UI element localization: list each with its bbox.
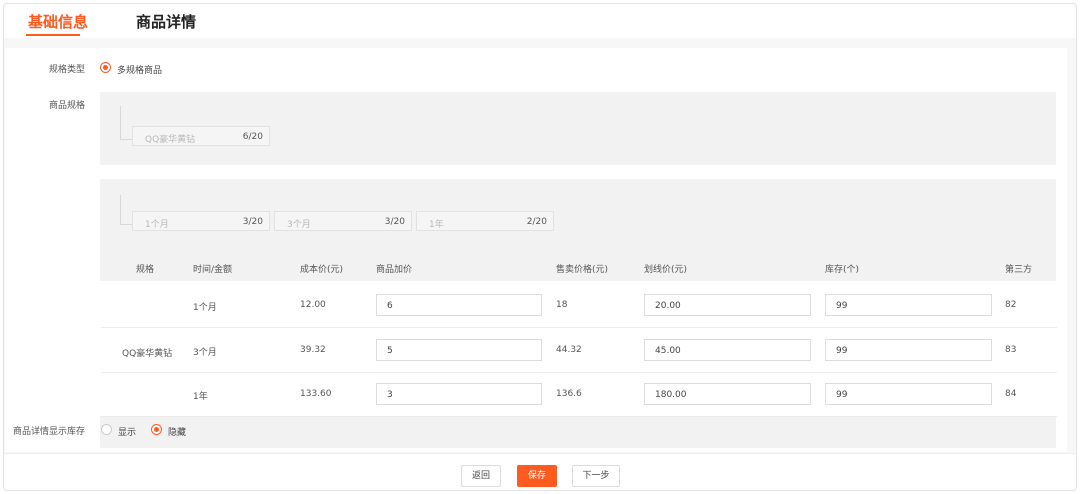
strike-price-input[interactable]: 20.00 [644, 294, 811, 316]
editor-window: 基础信息 商品详情 规格类型 多规格商品 商品规格 QQ豪华黄钻 6/20 1个… [3, 3, 1077, 491]
cost-cell: 39.32 [300, 345, 326, 355]
spec-type-option: 多规格商品 [117, 66, 163, 76]
next-step-button[interactable]: 下一步 [572, 465, 620, 487]
markup-input[interactable]: 3 [376, 383, 542, 405]
char-count: 6/20 [242, 132, 263, 142]
spec-group-primary: QQ豪华黄钻 6/20 [100, 92, 1056, 165]
sale-price-cell: 136.6 [556, 389, 582, 399]
tab-product-detail[interactable]: 商品详情 [136, 11, 196, 32]
form-panel: 规格类型 多规格商品 商品规格 QQ豪华黄钻 6/20 1个月 3/20 3个月… [5, 48, 1067, 452]
table-header: 时间/金额 [193, 265, 233, 275]
row-divider [101, 327, 1057, 328]
char-count: 2/20 [526, 217, 547, 227]
spec-value-input[interactable]: QQ豪华黄钻 6/20 [132, 126, 270, 146]
spec-value-text: 1年 [429, 220, 444, 230]
third-party-cell: 82 [1005, 300, 1017, 310]
spec-value-text: 3个月 [287, 220, 311, 230]
sale-price-cell: 44.32 [556, 345, 582, 355]
sale-price-cell: 18 [556, 300, 568, 310]
stock-input[interactable]: 99 [825, 383, 992, 405]
table-header: 售卖价格(元) [556, 265, 609, 275]
save-button[interactable]: 保存 [517, 465, 557, 487]
strike-price-input[interactable]: 180.00 [644, 383, 811, 405]
spec-name-cell: QQ豪华黄钻 [122, 349, 173, 359]
stock-display-label: 商品详情显示库存 [12, 427, 85, 437]
tree-connector [120, 195, 132, 225]
table-header: 规格 [136, 265, 155, 275]
show-stock-option: 显示 [118, 428, 137, 438]
table-header: 成本价(元) [300, 265, 344, 275]
row-divider [101, 416, 1057, 417]
markup-input[interactable]: 5 [376, 339, 542, 361]
time-cell: 3个月 [193, 348, 217, 358]
back-button[interactable]: 返回 [461, 465, 501, 487]
table-header: 库存(个) [825, 265, 860, 275]
active-tab-indicator [26, 34, 80, 36]
row-divider [101, 372, 1057, 373]
table-header: 第三方 [1005, 265, 1033, 275]
hide-stock-option: 隐藏 [168, 428, 187, 438]
cost-cell: 133.60 [300, 389, 332, 399]
tab-basic-info[interactable]: 基础信息 [28, 11, 88, 32]
cost-cell: 12.00 [300, 300, 326, 310]
spec-value-text: 1个月 [145, 220, 169, 230]
tab-bar: 基础信息 商品详情 [4, 4, 1076, 38]
table-header: 商品加价 [376, 265, 413, 275]
char-count: 3/20 [242, 217, 263, 227]
table-header: 划线价(元) [644, 265, 688, 275]
spec-type-label: 规格类型 [48, 65, 85, 75]
char-count: 3/20 [384, 217, 405, 227]
tree-connector [120, 106, 132, 140]
third-party-cell: 83 [1005, 345, 1017, 355]
time-cell: 1年 [193, 392, 208, 402]
show-stock-radio[interactable] [101, 424, 112, 435]
spec-type-radio[interactable] [100, 62, 111, 73]
third-party-cell: 84 [1005, 389, 1017, 399]
markup-input[interactable]: 6 [376, 294, 542, 316]
stock-input[interactable]: 99 [825, 294, 992, 316]
spec-value-input[interactable]: 1年 2/20 [416, 211, 554, 231]
hide-stock-radio[interactable] [151, 424, 162, 435]
spec-value-input[interactable]: 3个月 3/20 [274, 211, 412, 231]
spec-label: 商品规格 [48, 101, 85, 111]
footer-bar: 返回 保存 下一步 [4, 453, 1076, 490]
spec-value-text: QQ豪华黄钻 [145, 135, 196, 145]
time-cell: 1个月 [193, 303, 217, 313]
stock-input[interactable]: 99 [825, 339, 992, 361]
strike-price-input[interactable]: 45.00 [644, 339, 811, 361]
spec-value-input[interactable]: 1个月 3/20 [132, 211, 270, 231]
